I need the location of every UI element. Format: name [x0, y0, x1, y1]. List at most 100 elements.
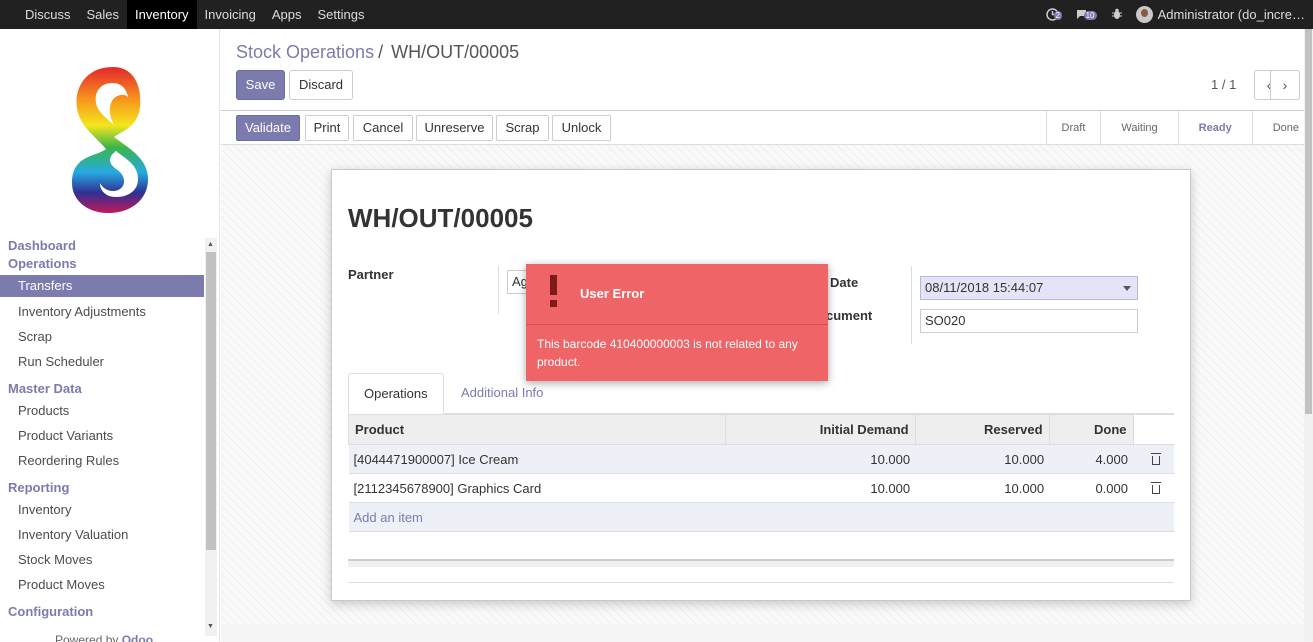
app-menu-sales[interactable]: Sales	[79, 0, 128, 29]
status-bar: Validate Print Cancel Unreserve Scrap Un…	[221, 111, 1313, 145]
sidebar: Dashboard Operations Transfers Inventory A…	[0, 29, 220, 642]
column-header-done[interactable]: Done	[1048, 414, 1134, 445]
sidebar-item-products[interactable]: Products	[0, 398, 204, 423]
product-cell[interactable]: [4044471900007] Ice Cream	[348, 444, 726, 474]
stage-ready: Ready	[1177, 111, 1252, 145]
sidebar-item-reordering-rules[interactable]: Reordering Rules	[0, 448, 204, 473]
column-header-reserved[interactable]: Reserved	[914, 414, 1050, 445]
notification-title: User Error	[580, 286, 645, 301]
divider	[911, 266, 912, 344]
initial-demand-cell[interactable]: 10.000	[725, 473, 916, 503]
stage-waiting: Waiting	[1100, 111, 1177, 145]
sidebar-menu: Dashboard Operations Transfers Inventory A…	[0, 237, 204, 621]
powered-by: Powered by Odoo	[55, 633, 153, 642]
menu-section-operations[interactable]: Dashboard Operations	[0, 237, 204, 273]
pager-value[interactable]: 1 / 1	[1211, 77, 1236, 92]
done-cell[interactable]: 0.000	[1049, 473, 1133, 503]
print-button[interactable]: Print	[305, 115, 349, 141]
breadcrumb-separator: /	[378, 42, 384, 62]
activity-badge: 2	[1053, 10, 1063, 20]
product-cell[interactable]: [2112345678900] Graphics Card	[348, 473, 726, 503]
app-menu-apps[interactable]: Apps	[264, 0, 310, 29]
delete-cell	[1133, 473, 1174, 503]
trash-icon[interactable]	[1150, 481, 1161, 494]
table-row[interactable]: [2112345678900] Graphics Card 10.000 10.…	[348, 473, 1174, 503]
trash-icon[interactable]	[1150, 452, 1161, 465]
app-menu: Discuss Sales Inventory Invoicing Apps Settin…	[17, 0, 372, 29]
exclamation-icon	[546, 275, 562, 309]
app-menu-settings[interactable]: Settings	[309, 0, 372, 29]
table-row[interactable]: [4044471900007] Ice Cream 10.000 10.000 …	[348, 444, 1174, 474]
breadcrumb-parent[interactable]: Stock Operations	[236, 42, 374, 62]
sidebar-item-run-scheduler[interactable]: Run Scheduler	[0, 349, 204, 374]
sidebar-item-product-moves[interactable]: Product Moves	[0, 572, 204, 597]
stage-draft: Draft	[1045, 111, 1101, 145]
app-menu-inventory[interactable]: Inventory	[127, 0, 197, 29]
menu-section-reporting[interactable]: Reporting	[0, 479, 204, 497]
initial-demand-cell[interactable]: 10.000	[725, 444, 916, 474]
unlock-button[interactable]: Unlock	[552, 115, 611, 141]
bug-icon[interactable]	[1111, 8, 1124, 22]
tab-operations[interactable]: Operations	[348, 373, 444, 414]
app-menu-discuss[interactable]: Discuss	[17, 0, 79, 29]
user-menu[interactable]: Administrator (do_incre…	[1135, 6, 1305, 23]
unreserve-button[interactable]: Unreserve	[416, 115, 493, 141]
cancel-button[interactable]: Cancel	[353, 115, 413, 141]
column-header-actions	[1132, 414, 1174, 445]
messaging-icon[interactable]: 10	[1076, 8, 1098, 22]
odoo-link[interactable]: Odoo	[122, 633, 153, 642]
add-item-row: Add an item	[348, 502, 1174, 532]
done-cell[interactable]: 4.000	[1049, 444, 1133, 474]
chevron-right-icon: ›	[1282, 77, 1288, 93]
source-document-field[interactable]: SO020	[920, 309, 1138, 333]
sidebar-item-product-variants[interactable]: Product Variants	[0, 423, 204, 448]
scrap-button[interactable]: Scrap	[496, 115, 549, 141]
reserved-cell[interactable]: 10.000	[915, 444, 1050, 474]
menu-section-master-data[interactable]: Master Data	[0, 380, 204, 398]
dropdown-caret-icon	[1123, 286, 1131, 291]
scheduled-date-field[interactable]: 08/11/2018 15:44:07	[920, 276, 1138, 300]
user-name: Administrator (do_incre…	[1157, 7, 1305, 22]
main-scrollbar[interactable]	[1304, 29, 1313, 642]
scroll-up-icon[interactable]: ▲	[207, 241, 214, 248]
scrollbar-thumb[interactable]	[1305, 29, 1312, 414]
systray: 2 10 Administrator (do_incre…	[1045, 0, 1313, 29]
add-item-link[interactable]: Add an item	[348, 502, 1174, 532]
sidebar-item-transfers[interactable]: Transfers	[0, 275, 204, 297]
discard-button[interactable]: Discard	[289, 70, 353, 100]
company-logo	[72, 67, 148, 213]
save-button[interactable]: Save	[236, 70, 285, 100]
form-sheet: WH/OUT/00005 Partner Ag Date cument 08/1…	[331, 169, 1191, 601]
scrollbar-thumb[interactable]	[206, 252, 216, 550]
top-navbar: Discuss Sales Inventory Invoicing Apps Settin…	[0, 0, 1313, 29]
delete-cell	[1133, 444, 1174, 474]
record-title: WH/OUT/00005	[348, 203, 533, 233]
reserved-cell[interactable]: 10.000	[915, 473, 1050, 503]
breadcrumb-current: WH/OUT/00005	[391, 42, 520, 62]
divider	[498, 266, 499, 314]
scheduled-date-label: Date	[830, 275, 859, 290]
activity-icon[interactable]: 2	[1045, 7, 1063, 22]
source-document-label: cument	[826, 308, 873, 323]
divider	[348, 582, 1174, 583]
table-horizontal-scrollbar[interactable]	[348, 559, 1174, 567]
stage-pipeline: Draft Waiting Ready Done	[1045, 111, 1313, 145]
user-error-notification[interactable]: User Error This barcode 410400000003 is …	[526, 264, 828, 381]
sidebar-item-inventory-adjustments[interactable]: Inventory Adjustments	[0, 299, 204, 324]
sidebar-scrollbar[interactable]: ▲ ▼	[205, 238, 217, 636]
pager-next-button[interactable]: ›	[1270, 70, 1300, 100]
partner-label: Partner	[348, 267, 394, 282]
sidebar-item-stock-moves[interactable]: Stock Moves	[0, 547, 204, 572]
menu-section-configuration[interactable]: Configuration	[0, 603, 204, 621]
sidebar-item-inventory[interactable]: Inventory	[0, 497, 204, 522]
column-header-initial-demand[interactable]: Initial Demand	[724, 414, 916, 445]
control-panel: Stock Operations / WH/OUT/00005 Save Disca…	[221, 29, 1313, 111]
messages-badge: 10	[1083, 10, 1097, 20]
app-menu-invoicing[interactable]: Invoicing	[197, 0, 264, 29]
operations-table: Product Initial Demand Reserved Done [40…	[348, 414, 1174, 532]
scroll-down-icon[interactable]: ▼	[207, 623, 214, 630]
sidebar-item-inventory-valuation[interactable]: Inventory Valuation	[0, 522, 204, 547]
sidebar-item-scrap[interactable]: Scrap	[0, 324, 204, 349]
column-header-product[interactable]: Product	[348, 414, 726, 445]
validate-button[interactable]: Validate	[236, 115, 300, 141]
